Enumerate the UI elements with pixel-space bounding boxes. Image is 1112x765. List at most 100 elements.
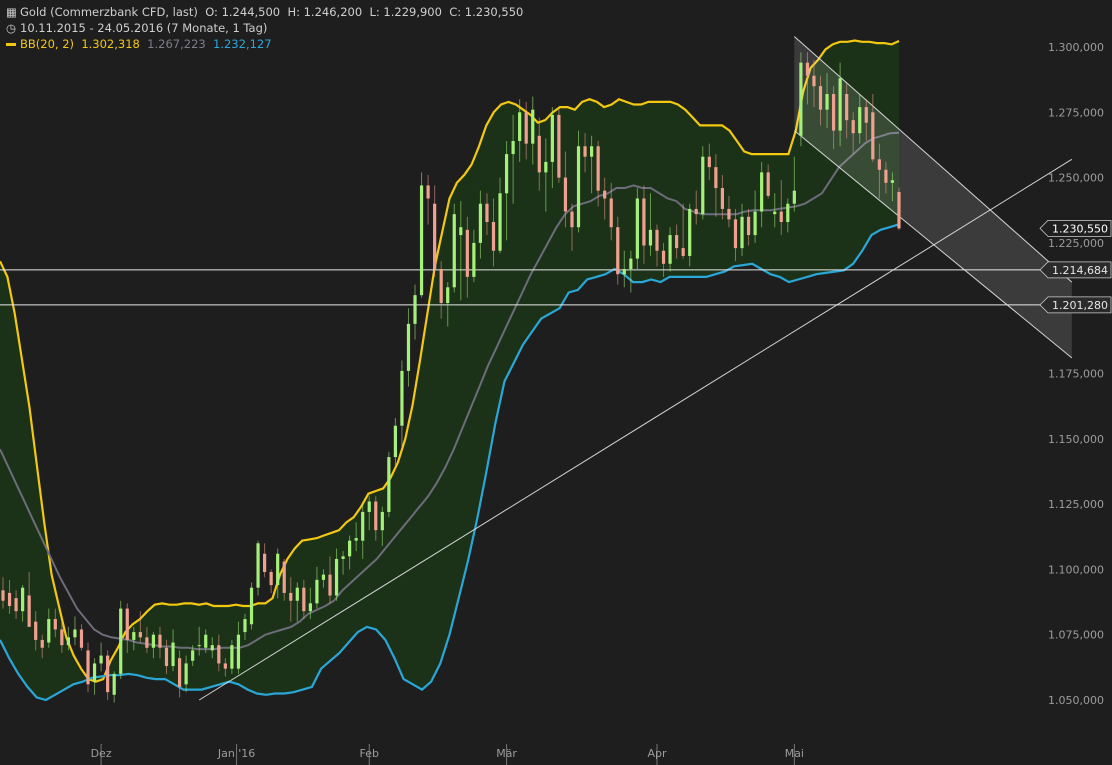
candle-body bbox=[40, 639, 44, 648]
candle-body bbox=[34, 621, 38, 640]
candle-body bbox=[701, 156, 705, 215]
y-tick-label: 1.225,000 bbox=[1048, 237, 1104, 250]
candle[interactable] bbox=[635, 188, 639, 270]
candle-body bbox=[537, 135, 541, 173]
candle-body bbox=[119, 608, 123, 674]
candle-body bbox=[864, 107, 868, 123]
candle-body bbox=[354, 538, 358, 541]
candle-body bbox=[576, 146, 581, 228]
candle-body bbox=[295, 587, 299, 601]
candle[interactable] bbox=[557, 109, 561, 183]
candle-body bbox=[465, 229, 469, 277]
clock-icon: ◷ bbox=[6, 21, 17, 35]
chart-canvas: 1.050,000 1.075,000 1.100,000 1.125,000 1.15… bbox=[0, 0, 1112, 765]
level-price-tag-2: 1.201,280 bbox=[1039, 296, 1112, 314]
candle-body bbox=[544, 161, 548, 173]
candle-body bbox=[158, 634, 162, 648]
candle-body bbox=[786, 203, 790, 223]
y-tick-label: 1.075,000 bbox=[1048, 629, 1104, 642]
candle-body bbox=[831, 94, 836, 131]
y-tick-label: 1.275,000 bbox=[1048, 106, 1104, 119]
candle-body bbox=[825, 94, 829, 110]
candle[interactable] bbox=[799, 52, 803, 147]
candle-body bbox=[858, 107, 862, 134]
candle-body bbox=[269, 572, 273, 586]
x-tick-label: Jan '16 bbox=[217, 747, 255, 760]
candle-body bbox=[851, 120, 855, 134]
candle[interactable] bbox=[249, 582, 254, 630]
candle-body bbox=[210, 645, 214, 651]
candle-body bbox=[223, 663, 227, 669]
candle-body bbox=[413, 295, 417, 324]
candle-body bbox=[7, 592, 12, 606]
candle-body bbox=[720, 188, 724, 209]
candle-body bbox=[433, 203, 437, 270]
candle-body bbox=[249, 587, 254, 625]
x-tick-label: Mär bbox=[496, 747, 517, 760]
candle-body bbox=[14, 598, 18, 612]
candle-body bbox=[812, 75, 816, 87]
x-tick-label: Feb bbox=[359, 747, 378, 760]
candle-body bbox=[661, 250, 666, 264]
candle-body bbox=[459, 227, 463, 236]
candle-body bbox=[243, 619, 247, 633]
candle-body bbox=[145, 637, 149, 648]
candle-body bbox=[47, 619, 51, 643]
candle-body bbox=[877, 159, 881, 170]
candle-body bbox=[419, 185, 424, 296]
y-tick-label: 1.250,000 bbox=[1048, 172, 1104, 185]
high-value: H: 1.246,200 bbox=[287, 5, 363, 19]
bb-swatch-icon bbox=[6, 43, 16, 46]
candle-body bbox=[125, 608, 129, 640]
candle[interactable] bbox=[387, 451, 391, 518]
candle-body bbox=[675, 235, 679, 249]
candle[interactable] bbox=[256, 540, 260, 596]
candle-body bbox=[138, 632, 142, 638]
candle-body bbox=[478, 203, 483, 243]
candle-body bbox=[151, 634, 156, 648]
candle-body bbox=[733, 219, 738, 249]
candle-body bbox=[681, 248, 685, 256]
candle-body bbox=[655, 229, 659, 251]
candle-body bbox=[694, 208, 698, 215]
candle-body bbox=[256, 543, 260, 588]
candle-body bbox=[845, 94, 849, 121]
candle-body bbox=[406, 323, 411, 371]
candle-body bbox=[629, 258, 633, 270]
candle-body bbox=[308, 603, 312, 612]
candle-body bbox=[760, 172, 764, 212]
candle-body bbox=[191, 650, 195, 661]
candle-body bbox=[550, 114, 554, 162]
candle-body bbox=[746, 216, 751, 236]
candle-body bbox=[753, 211, 757, 236]
candle-body bbox=[400, 370, 404, 426]
candle-body bbox=[485, 203, 489, 223]
candle-body bbox=[112, 673, 116, 695]
candle-body bbox=[884, 169, 888, 183]
date-range: 10.11.2015 - 24.05.2016 (7 Monate, 1 Tag… bbox=[20, 21, 268, 35]
last-price-tag: 1.230,550 bbox=[1039, 220, 1112, 237]
candle-body bbox=[616, 227, 620, 275]
candle-body bbox=[498, 193, 502, 251]
candle-body bbox=[276, 553, 280, 586]
candle-body bbox=[714, 167, 718, 189]
candle-body bbox=[491, 222, 496, 251]
candle-body bbox=[511, 141, 515, 155]
candle-body bbox=[446, 287, 450, 303]
candle-body bbox=[367, 501, 371, 512]
candle-body bbox=[642, 198, 646, 246]
y-tick-label: 1.150,000 bbox=[1048, 433, 1104, 446]
candle[interactable] bbox=[119, 600, 123, 680]
y-tick-label: 1.100,000 bbox=[1048, 563, 1104, 576]
candle-body bbox=[452, 214, 456, 288]
candle-body bbox=[1, 590, 5, 601]
candle[interactable] bbox=[419, 172, 424, 298]
open-value: O: 1.244,500 bbox=[205, 5, 281, 19]
candle[interactable] bbox=[701, 146, 705, 220]
candle[interactable] bbox=[452, 203, 456, 293]
candle-body bbox=[230, 645, 234, 669]
candle-body bbox=[171, 642, 175, 667]
candle-body bbox=[393, 425, 397, 458]
y-tick-label: 1.125,000 bbox=[1048, 498, 1104, 511]
candle[interactable] bbox=[897, 187, 901, 231]
